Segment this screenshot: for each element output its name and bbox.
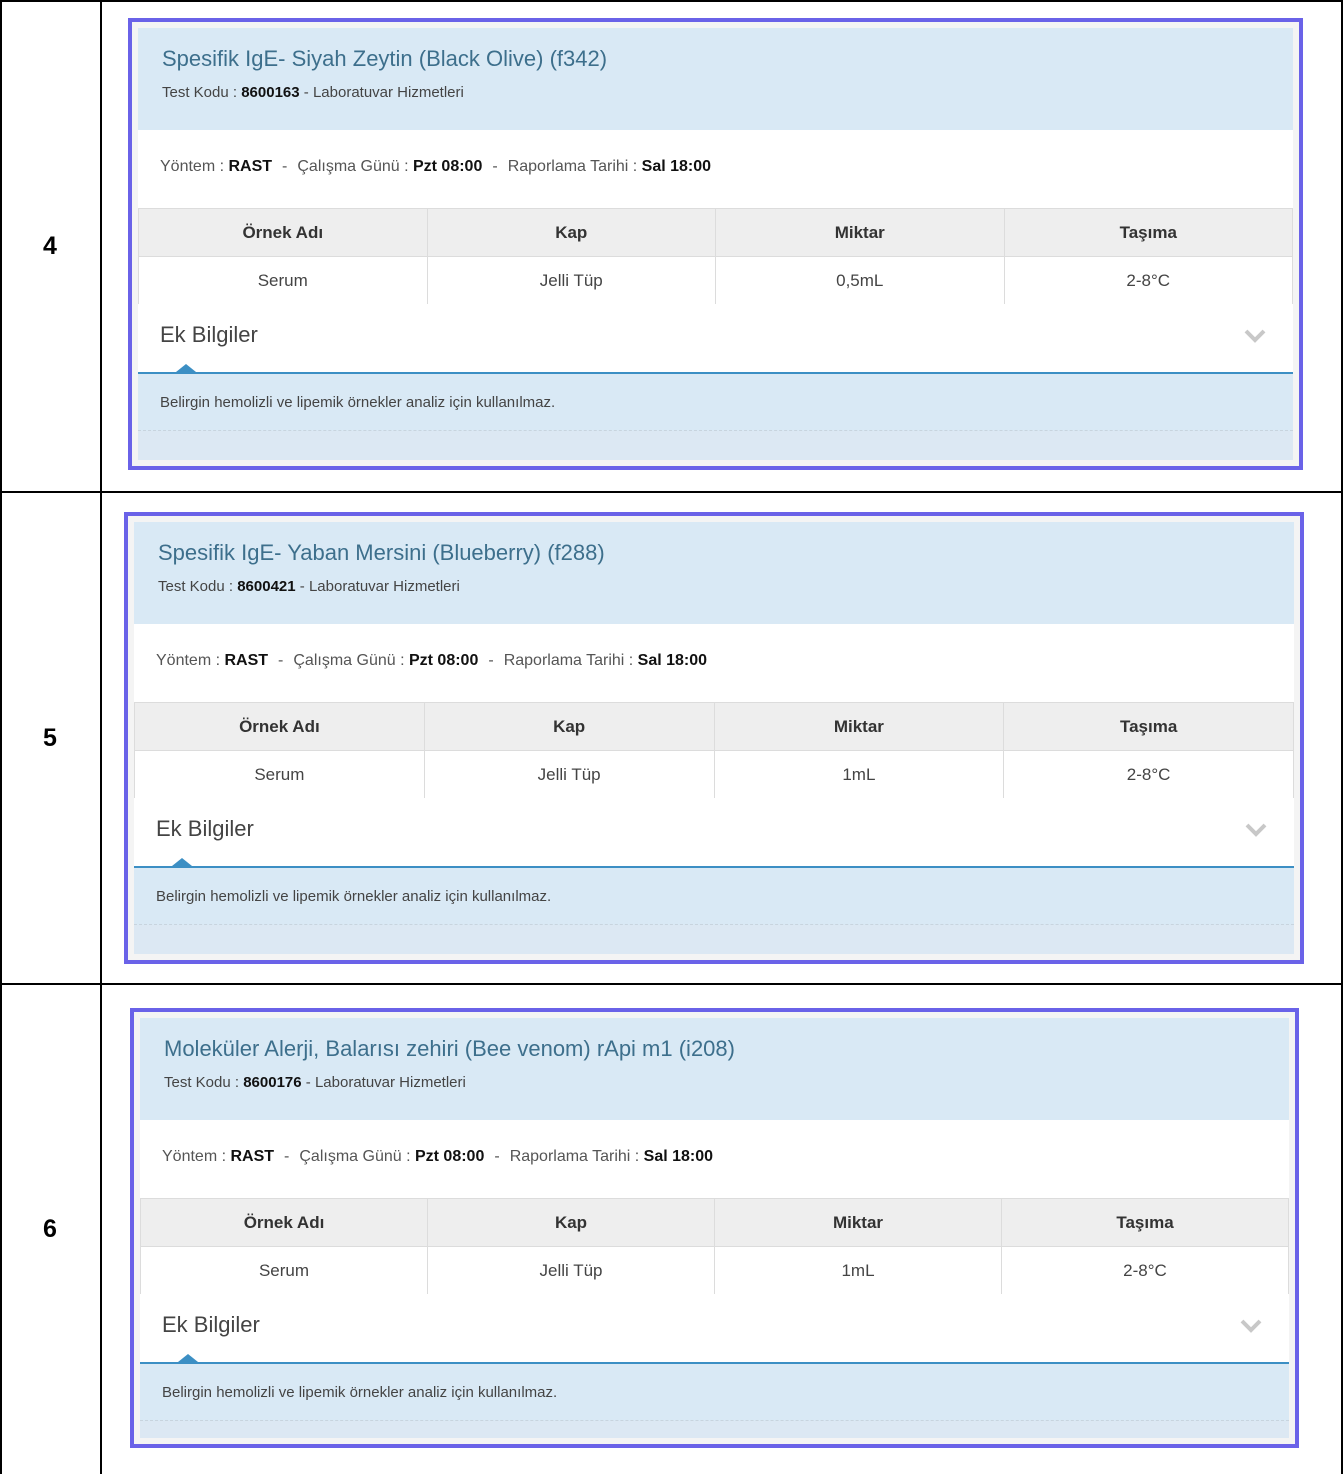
tab-pointer <box>172 858 192 866</box>
sample-table: Örnek Adı Kap Miktar Taşıma Serum Jelli … <box>134 702 1294 799</box>
extra-info-label: Ek Bilgiler <box>162 1312 260 1337</box>
header-container: Kap <box>423 702 715 751</box>
chevron-down-icon[interactable] <box>1244 818 1268 842</box>
extra-info-note: Belirgin hemolizli ve lipemik örnekler a… <box>162 1384 558 1401</box>
test-code-line: Test Kodu : 8600421 - Laboratuvar Hizmet… <box>158 578 460 595</box>
extra-info-panel: Belirgin hemolizli ve lipemik örnekler a… <box>140 1364 1289 1421</box>
test-meta: Yöntem : RAST - Çalışma Günü : Pzt 08:00- R… <box>134 624 1294 703</box>
header-container: Kap <box>426 208 716 257</box>
test-header: Spesifik IgE- Siyah Zeytin (Black Olive)… <box>138 28 1293 131</box>
extra-info-label: Ek Bilgiler <box>156 816 254 841</box>
extra-info-toggle[interactable]: Ek Bilgiler <box>138 304 1293 374</box>
cell-transport: 2-8°C <box>1001 1246 1289 1295</box>
table-header-row: Örnek Adı Kap Miktar Taşıma <box>140 1198 1289 1247</box>
header-sample-name: Örnek Adı <box>138 208 428 257</box>
document-table: 4 Spesifik IgE- Siyah Zeytin (Black Oliv… <box>0 0 1343 1474</box>
test-card-body: Moleküler Alerji, Balarısı zehiri (Bee v… <box>140 1018 1289 1438</box>
test-code-line: Test Kodu : 8600163 - Laboratuvar Hizmet… <box>162 84 464 101</box>
test-meta-line: Yöntem : RAST - Çalışma Günü : Pzt 08:00- R… <box>162 1148 714 1165</box>
cell-transport: 2-8°C <box>1003 256 1293 305</box>
chevron-down-icon[interactable] <box>1239 1314 1263 1338</box>
test-header: Spesifik IgE- Yaban Mersini (Blueberry) … <box>134 522 1294 625</box>
extra-info-label: Ek Bilgiler <box>160 322 258 347</box>
tab-pointer <box>176 364 196 372</box>
header-sample-name: Örnek Adı <box>134 702 425 751</box>
test-header: Moleküler Alerji, Balarısı zehiri (Bee v… <box>140 1018 1289 1121</box>
extra-info-note: Belirgin hemolizli ve lipemik örnekler a… <box>156 888 552 905</box>
cell-amount: 1mL <box>713 750 1005 799</box>
cell-amount: 0,5mL <box>715 256 1005 305</box>
table-row: Serum Jelli Tüp 0,5mL 2-8°C <box>138 256 1293 305</box>
table-header-row: Örnek Adı Kap Miktar Taşıma <box>134 702 1294 751</box>
test-title[interactable]: Spesifik IgE- Siyah Zeytin (Black Olive)… <box>162 46 607 72</box>
test-meta: Yöntem : RAST - Çalışma Günü : Pzt 08:00- R… <box>140 1120 1289 1199</box>
test-meta-line: Yöntem : RAST - Çalışma Günü : Pzt 08:00- R… <box>160 158 712 175</box>
cell-container: Jelli Tüp <box>427 1246 715 1295</box>
header-amount: Miktar <box>714 1198 1002 1247</box>
extra-info-toggle[interactable]: Ek Bilgiler <box>140 1294 1289 1364</box>
cell-sample-name: Serum <box>140 1246 428 1295</box>
table-row-divider <box>0 983 1343 985</box>
cell-transport: 2-8°C <box>1003 750 1294 799</box>
cell-amount: 1mL <box>714 1246 1002 1295</box>
test-code-line: Test Kodu : 8600176 - Laboratuvar Hizmet… <box>164 1074 466 1091</box>
test-code: 8600163 <box>241 84 300 101</box>
extra-info-panel: Belirgin hemolizli ve lipemik örnekler a… <box>134 868 1294 925</box>
cell-sample-name: Serum <box>134 750 425 799</box>
row-number: 4 <box>43 232 57 260</box>
cell-container: Jelli Tüp <box>423 750 715 799</box>
test-code: 8600176 <box>243 1074 302 1091</box>
extra-info-note: Belirgin hemolizli ve lipemik örnekler a… <box>160 394 556 411</box>
test-title[interactable]: Moleküler Alerji, Balarısı zehiri (Bee v… <box>164 1036 735 1062</box>
header-transport: Taşıma <box>1003 702 1294 751</box>
header-amount: Miktar <box>713 702 1005 751</box>
header-transport: Taşıma <box>1001 1198 1289 1247</box>
test-card-body: Spesifik IgE- Yaban Mersini (Blueberry) … <box>134 522 1294 954</box>
test-meta: Yöntem : RAST - Çalışma Günü : Pzt 08:00- R… <box>138 130 1293 209</box>
header-amount: Miktar <box>715 208 1005 257</box>
cell-sample-name: Serum <box>138 256 428 305</box>
table-row: Serum Jelli Tüp 1mL 2-8°C <box>140 1246 1289 1295</box>
test-card-body: Spesifik IgE- Siyah Zeytin (Black Olive)… <box>138 28 1293 460</box>
header-sample-name: Örnek Adı <box>140 1198 428 1247</box>
test-card: Moleküler Alerji, Balarısı zehiri (Bee v… <box>130 1008 1299 1448</box>
table-row: Serum Jelli Tüp 1mL 2-8°C <box>134 750 1294 799</box>
cell-container: Jelli Tüp <box>426 256 716 305</box>
table-row-divider <box>0 491 1343 493</box>
test-meta-line: Yöntem : RAST - Çalışma Günü : Pzt 08:00- R… <box>156 652 708 669</box>
row-number: 5 <box>43 723 57 752</box>
test-card: Spesifik IgE- Yaban Mersini (Blueberry) … <box>124 512 1304 964</box>
table-column-divider <box>100 0 102 1474</box>
test-title[interactable]: Spesifik IgE- Yaban Mersini (Blueberry) … <box>158 540 605 566</box>
tab-pointer <box>178 1354 198 1362</box>
extra-info-toggle[interactable]: Ek Bilgiler <box>134 798 1294 868</box>
sample-table: Örnek Adı Kap Miktar Taşıma Serum Jelli … <box>140 1198 1289 1295</box>
header-transport: Taşıma <box>1003 208 1293 257</box>
header-container: Kap <box>427 1198 715 1247</box>
table-header-row: Örnek Adı Kap Miktar Taşıma <box>138 208 1293 257</box>
extra-info-panel: Belirgin hemolizli ve lipemik örnekler a… <box>138 374 1293 431</box>
row-number: 6 <box>43 1215 57 1243</box>
sample-table: Örnek Adı Kap Miktar Taşıma Serum Jelli … <box>138 208 1293 305</box>
test-card: Spesifik IgE- Siyah Zeytin (Black Olive)… <box>128 18 1303 470</box>
test-code: 8600421 <box>237 578 296 595</box>
chevron-down-icon[interactable] <box>1243 324 1267 348</box>
table-border-top <box>0 0 1343 2</box>
